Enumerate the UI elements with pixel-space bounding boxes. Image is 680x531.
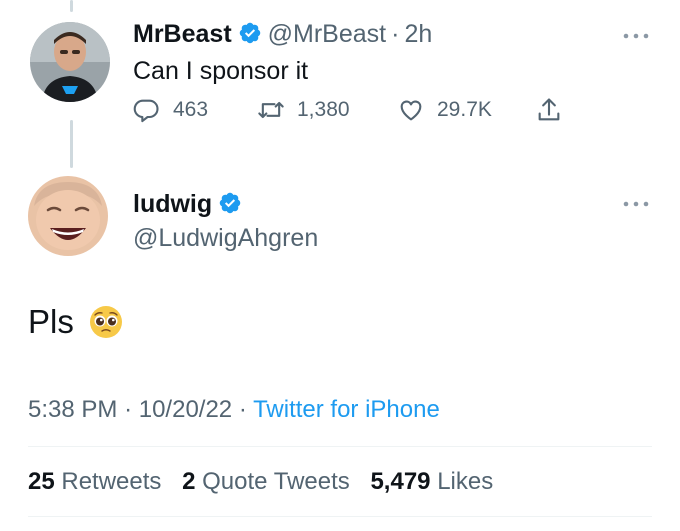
retweets-count: 25 <box>28 468 55 495</box>
share-button[interactable] <box>535 96 575 124</box>
separator: · <box>124 396 133 423</box>
divider <box>28 446 652 447</box>
tweet-source-link[interactable]: Twitter for iPhone <box>253 396 440 423</box>
share-icon <box>538 98 560 121</box>
handle[interactable]: @MrBeast <box>268 20 386 48</box>
avatar-mrbeast[interactable] <box>30 22 110 102</box>
display-name[interactable]: ludwig <box>133 190 212 218</box>
more-icon[interactable] <box>622 198 650 210</box>
likes-label: Likes <box>437 468 494 495</box>
thread-line-top <box>70 0 73 12</box>
retweet-button[interactable]: 1,380 <box>257 96 397 124</box>
quote-tweets-stat[interactable]: 2 Quote Tweets <box>182 468 350 495</box>
tweet-body: Pls <box>28 303 124 341</box>
engagement-stats: 25 Retweets 2 Quote Tweets 5,479 Likes <box>28 468 507 496</box>
like-button[interactable]: 29.7K <box>397 96 535 124</box>
separator: · <box>391 20 400 48</box>
quote-tweets-label: Quote Tweets <box>202 468 350 495</box>
action-bar: 463 1,380 29.7K <box>133 96 575 124</box>
reply-icon <box>133 99 159 123</box>
avatar-ludwig[interactable] <box>28 176 108 256</box>
retweets-stat[interactable]: 25 Retweets <box>28 468 161 495</box>
tweet-time[interactable]: 5:38 PM <box>28 396 117 423</box>
display-name[interactable]: MrBeast <box>133 20 232 48</box>
retweet-icon <box>258 101 284 119</box>
pleading-face-emoji-icon <box>89 306 122 338</box>
tweet-date[interactable]: 10/20/22 <box>139 396 232 423</box>
timestamp[interactable]: 2h <box>404 20 432 48</box>
reply-button[interactable]: 463 <box>133 96 257 124</box>
like-count: 29.7K <box>437 98 492 121</box>
likes-stat[interactable]: 5,479 Likes <box>370 468 493 495</box>
avatar-ludwig-image <box>28 176 108 256</box>
reply-count: 463 <box>173 98 209 121</box>
thread-line-connector <box>70 120 73 168</box>
likes-count: 5,479 <box>370 468 431 495</box>
tweet-text: Pls <box>28 303 74 340</box>
more-icon[interactable] <box>622 30 650 42</box>
tweet-text: Can I sponsor it <box>133 57 309 85</box>
verified-badge-icon <box>218 191 242 215</box>
tweet-meta: 5:38 PM · 10/20/22 · Twitter for iPhone <box>28 396 440 424</box>
like-icon <box>400 100 422 121</box>
avatar-mrbeast-image <box>30 22 110 102</box>
divider <box>28 516 652 517</box>
retweets-label: Retweets <box>61 468 162 495</box>
retweet-count: 1,380 <box>297 98 350 121</box>
quote-tweets-count: 2 <box>182 468 196 495</box>
handle[interactable]: @LudwigAhgren <box>133 224 318 253</box>
verified-badge-icon <box>238 21 262 45</box>
separator: · <box>238 396 247 423</box>
